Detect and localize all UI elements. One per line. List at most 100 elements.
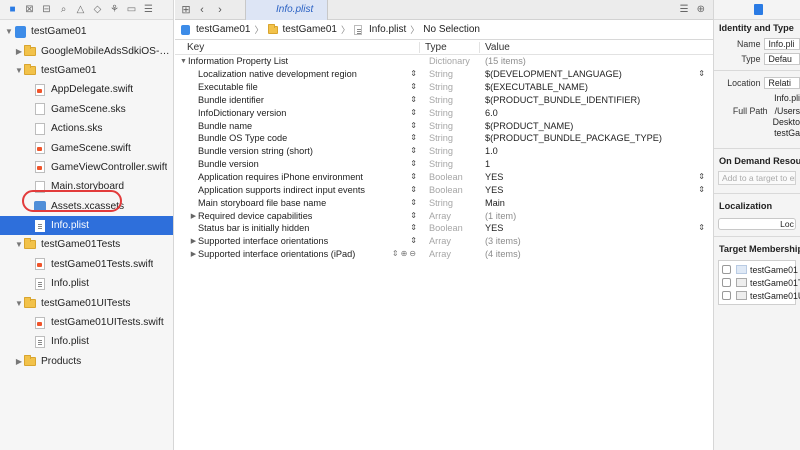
value-column-header[interactable]: Value — [480, 42, 713, 53]
plist-row[interactable]: Main storyboard file base name ⇕ String Mai… — [175, 196, 713, 209]
disclosure-closed-icon[interactable]: ▶ — [189, 250, 198, 258]
value-cell[interactable]: Main — [480, 198, 713, 208]
add-row-icon[interactable]: ⊕ — [401, 249, 408, 258]
key-cell[interactable]: Bundle OS Type code ⇕ — [175, 133, 420, 143]
forward-button[interactable]: › — [211, 4, 229, 16]
navigator-item[interactable]: testGame01UITests.swift — [0, 313, 173, 332]
type-cell[interactable]: String — [420, 95, 480, 105]
breadcrumb-selection[interactable]: No Selection — [423, 24, 480, 35]
value-cell[interactable]: $(DEVELOPMENT_LANGUAGE) ⇕ — [480, 69, 713, 79]
plist-row[interactable]: Executable file ⇕ String $(EXECUTABLE_NAME) — [175, 81, 713, 94]
test-icon[interactable]: ◇ — [91, 3, 104, 16]
file-inspector-icon[interactable] — [754, 4, 763, 15]
value-cell[interactable]: (15 items) — [480, 56, 713, 66]
value-popup-icon[interactable]: ⇕ — [698, 69, 705, 78]
type-cell[interactable]: Boolean — [420, 172, 480, 182]
value-cell[interactable]: YES ⇕ — [480, 185, 713, 195]
plist-row[interactable]: ▶ Required device capabilities ⇕ Array (1 it… — [175, 209, 713, 222]
value-cell[interactable]: YES ⇕ — [480, 172, 713, 182]
navigator-item[interactable]: ▼ testGame01 — [0, 22, 173, 41]
key-stepper-icon[interactable]: ⇕ — [410, 185, 417, 194]
navigator-item[interactable]: Info.plist — [0, 332, 173, 351]
plist-row[interactable]: Application supports indirect input even… — [175, 183, 713, 196]
disclosure-open-icon[interactable]: ▼ — [14, 66, 24, 75]
value-popup-icon[interactable]: ⇕ — [698, 185, 705, 194]
type-cell[interactable]: Boolean — [420, 185, 480, 195]
key-cell[interactable]: Bundle version ⇕ — [175, 159, 420, 169]
key-cell[interactable]: Main storyboard file base name ⇕ — [175, 198, 420, 208]
value-cell[interactable]: $(PRODUCT_BUNDLE_IDENTIFIER) — [480, 95, 713, 105]
value-popup-icon[interactable]: ⇕ — [698, 223, 705, 232]
key-cell[interactable]: Bundle version string (short) ⇕ — [175, 146, 420, 156]
navigator-item[interactable]: ▼ testGame01 — [0, 61, 173, 80]
value-cell[interactable]: $(PRODUCT_NAME) — [480, 121, 713, 131]
type-cell[interactable]: Array — [420, 211, 480, 221]
key-cell[interactable]: ▶ Supported interface orientations ⇕ — [175, 236, 420, 246]
disclosure-open-icon[interactable]: ▼ — [14, 240, 24, 249]
key-stepper-icon[interactable]: ⇕ — [410, 108, 417, 117]
navigator-item[interactable]: ▶ GoogleMobileAdsSdkiOS-8... — [0, 41, 173, 60]
value-cell[interactable]: YES ⇕ — [480, 223, 713, 233]
navigator-item[interactable]: ▶ Products — [0, 352, 173, 371]
type-cell[interactable]: String — [420, 108, 480, 118]
type-cell[interactable]: String — [420, 198, 480, 208]
remove-row-icon[interactable]: ⊖ — [409, 249, 416, 258]
key-cell[interactable]: Bundle name ⇕ — [175, 121, 420, 131]
location-select[interactable]: Relati — [764, 76, 800, 89]
key-stepper-icon[interactable]: ⇕ — [392, 249, 399, 258]
key-column-header[interactable]: Key — [175, 42, 420, 53]
navigator-item[interactable]: Info.plist — [0, 215, 173, 236]
type-cell[interactable]: Boolean — [420, 223, 480, 233]
back-button[interactable]: ‹ — [193, 4, 211, 16]
key-cell[interactable]: ▶ Required device capabilities ⇕ — [175, 211, 420, 221]
key-stepper-icon[interactable]: ⇕ — [410, 146, 417, 155]
navigator-item[interactable]: GameScene.sks — [0, 100, 173, 119]
value-cell[interactable]: (3 items) — [480, 236, 713, 246]
name-field[interactable]: Info.pli — [764, 37, 800, 50]
odr-tags-field[interactable]: Add to a target to en — [718, 171, 796, 185]
key-cell[interactable]: Status bar is initially hidden ⇕ — [175, 223, 420, 233]
localize-button[interactable]: Loc — [718, 218, 796, 230]
type-cell[interactable]: String — [420, 146, 480, 156]
key-cell[interactable]: ▼ Information Property List — [175, 56, 420, 66]
disclosure-open-icon[interactable]: ▼ — [14, 299, 24, 308]
plist-row[interactable]: Bundle name ⇕ String $(PRODUCT_NAME) — [175, 119, 713, 132]
target-checkbox[interactable] — [722, 291, 731, 300]
key-stepper-icon[interactable]: ⇕ — [410, 198, 417, 207]
type-cell[interactable]: String — [420, 133, 480, 143]
disclosure-closed-icon[interactable]: ▶ — [14, 357, 24, 366]
key-stepper-icon[interactable]: ⇕ — [410, 172, 417, 181]
plist-row[interactable]: ▶ Supported interface orientations (iPad)… — [175, 248, 713, 261]
disclosure-open-icon[interactable]: ▼ — [4, 27, 14, 36]
disclosure-open-icon[interactable]: ▼ — [179, 58, 188, 65]
plist-row[interactable]: ▼ Information Property List Dictionary (15 … — [175, 55, 713, 68]
navigator-item[interactable]: Info.plist — [0, 274, 173, 293]
target-checkbox[interactable] — [722, 265, 731, 274]
navigator-item[interactable]: Assets.xcassets — [0, 197, 173, 216]
navigator-item[interactable]: ▼ testGame01UITests — [0, 293, 173, 312]
disclosure-closed-icon[interactable]: ▶ — [14, 47, 24, 56]
navigator-item[interactable]: AppDelegate.swift — [0, 80, 173, 99]
disclosure-closed-icon[interactable]: ▶ — [189, 237, 198, 245]
type-cell[interactable]: String — [420, 159, 480, 169]
target-row[interactable]: testGame01 — [719, 263, 798, 276]
key-cell[interactable]: Application supports indirect input even… — [175, 185, 420, 195]
target-checkbox[interactable] — [722, 278, 731, 287]
related-items-icon[interactable]: ⊞ — [179, 3, 193, 16]
disclosure-closed-icon[interactable]: ▶ — [189, 212, 198, 220]
target-row[interactable]: testGame01T — [719, 276, 800, 289]
tab-info-plist[interactable]: Info.plist — [245, 0, 329, 20]
type-select[interactable]: Defau — [764, 52, 800, 65]
find-icon[interactable]: ⌕ — [57, 3, 70, 16]
folder-icon[interactable]: ■ — [6, 3, 19, 16]
key-cell[interactable]: Application requires iPhone environment ⇕ — [175, 172, 420, 182]
key-stepper-icon[interactable]: ⇕ — [410, 159, 417, 168]
key-stepper-icon[interactable]: ⇕ — [410, 121, 417, 130]
type-cell[interactable]: Dictionary — [420, 56, 480, 66]
plist-row[interactable]: Bundle version string (short) ⇕ String 1.0 — [175, 145, 713, 158]
plist-row[interactable]: Application requires iPhone environment ⇕… — [175, 171, 713, 184]
value-cell[interactable]: $(PRODUCT_BUNDLE_PACKAGE_TYPE) — [480, 133, 713, 143]
target-row[interactable]: testGame01U — [719, 289, 800, 302]
navigator-item[interactable]: GameViewController.swift — [0, 158, 173, 177]
key-stepper-icon[interactable]: ⇕ — [410, 211, 417, 220]
